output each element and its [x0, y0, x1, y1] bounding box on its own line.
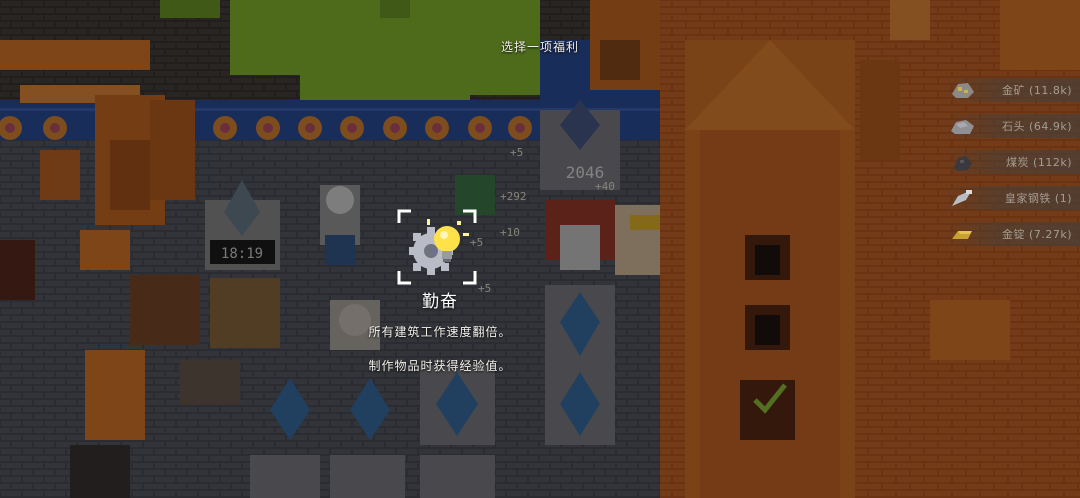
resource-row-stone: 石头 (64.9k) — [940, 108, 1080, 144]
coal-icon — [954, 156, 972, 171]
resource-label: 金矿 (11.8k) — [1002, 84, 1072, 97]
resource-list: 金矿 (11.8k) 石头 (64.9k) 煤炭 (112k) 皇家钢铁 (1)… — [940, 72, 1080, 252]
resource-row-gold-ore: 金矿 (11.8k) — [940, 72, 1080, 108]
resource-label: 皇家钢铁 (1) — [1004, 192, 1072, 205]
perk-description-line: 制作物品时获得经验值。 — [368, 359, 512, 373]
dim-overlay — [0, 0, 1080, 498]
resource-label: 金锭 (7.27k) — [1002, 228, 1072, 241]
perk-description-line: 所有建筑工作速度翻倍。 — [368, 325, 512, 339]
perk-option-card[interactable]: 勤奋 — [385, 205, 505, 315]
lightbulb-gear-icon — [397, 209, 477, 285]
resource-label: 煤炭 (112k) — [1006, 156, 1072, 169]
resource-label: 石头 (64.9k) — [1002, 120, 1072, 133]
gold-ore-icon — [952, 83, 974, 98]
prompt-title: 选择一项福利 — [500, 40, 579, 54]
resource-row-royal-steel: 皇家钢铁 (1) — [940, 180, 1080, 216]
resource-row-gold-ingot: 金锭 (7.27k) — [940, 216, 1080, 252]
royal-steel-icon — [952, 190, 972, 206]
resource-row-coal: 煤炭 (112k) — [940, 144, 1080, 180]
game-world: 18:19 2046 +5 +292 — [0, 0, 1080, 498]
stone-icon — [951, 120, 974, 134]
gold-ingot-icon — [952, 231, 972, 239]
perk-name: 勤奋 — [422, 292, 458, 312]
